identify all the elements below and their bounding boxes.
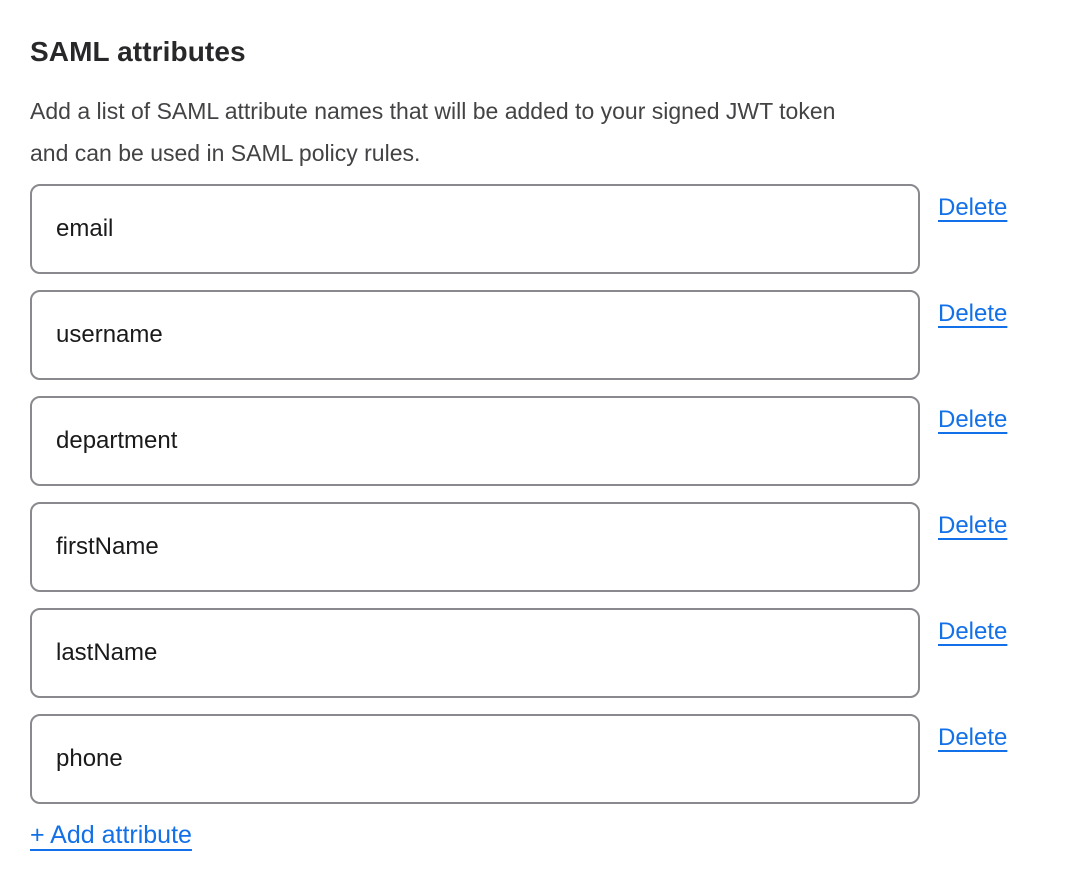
delete-link-phone[interactable]: Delete [938, 714, 1007, 752]
delete-link-lastName[interactable]: Delete [938, 608, 1007, 646]
attribute-row: Delete [30, 290, 1023, 380]
attribute-row: Delete [30, 714, 1023, 804]
attribute-row: Delete [30, 502, 1023, 592]
section-description-line-2: and can be used in SAML policy rules. [30, 132, 1023, 174]
add-attribute-link[interactable]: + Add attribute [30, 820, 192, 850]
section-title: SAML attributes [30, 36, 1023, 68]
delete-link-department[interactable]: Delete [938, 396, 1007, 434]
attribute-row: Delete [30, 396, 1023, 486]
delete-link-username[interactable]: Delete [938, 290, 1007, 328]
attribute-input-phone[interactable] [30, 714, 920, 804]
attribute-input-lastName[interactable] [30, 608, 920, 698]
section-description-line-1: Add a list of SAML attribute names that … [30, 90, 1023, 132]
saml-attributes-section: SAML attributes Add a list of SAML attri… [0, 0, 1066, 870]
delete-link-firstName[interactable]: Delete [938, 502, 1007, 540]
section-description: Add a list of SAML attribute names that … [30, 90, 1023, 174]
attribute-input-firstName[interactable] [30, 502, 920, 592]
attribute-input-department[interactable] [30, 396, 920, 486]
attribute-row: Delete [30, 184, 1023, 274]
delete-link-email[interactable]: Delete [938, 184, 1007, 222]
attribute-list: Delete Delete Delete Delete Delete Delet… [30, 184, 1023, 804]
attribute-row: Delete [30, 608, 1023, 698]
attribute-input-username[interactable] [30, 290, 920, 380]
attribute-input-email[interactable] [30, 184, 920, 274]
